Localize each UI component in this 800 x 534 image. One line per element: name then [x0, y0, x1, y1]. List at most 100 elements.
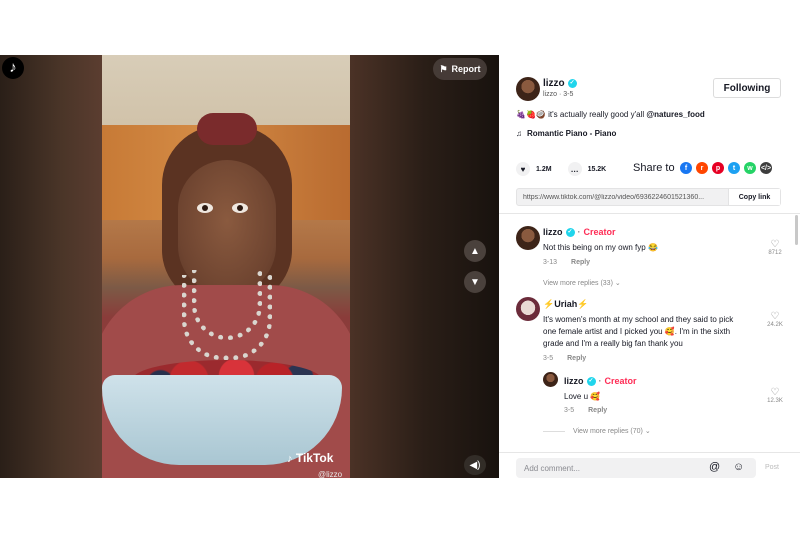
- creator-badge: Creator: [583, 227, 616, 237]
- whatsapp-icon[interactable]: w: [744, 162, 756, 174]
- reply-like[interactable]: ♡ 12.3K: [763, 387, 787, 404]
- caption-emojis: 🍇🍓🥥: [516, 110, 546, 119]
- right-eye: [232, 203, 248, 213]
- comment-like[interactable]: ♡ 8712: [763, 239, 787, 256]
- emoji-icon[interactable]: ☺: [733, 461, 744, 473]
- reply-date: 3-5: [564, 407, 575, 414]
- music-link[interactable]: ♫ Romantic Piano - Piano: [516, 129, 616, 138]
- divider: [499, 213, 800, 214]
- next-video-button[interactable]: ▼: [464, 271, 486, 293]
- comment-text-line: It's women's month at my school and they…: [543, 315, 734, 324]
- reply-text: Love u 🥰: [564, 392, 601, 401]
- post-button[interactable]: Post: [765, 464, 779, 471]
- comment-like-count: 24.2K: [767, 322, 783, 328]
- hair-bow: [197, 113, 257, 145]
- comment-count: 15.2K: [587, 165, 607, 173]
- report-label: Report: [451, 64, 481, 74]
- watermark-note-icon: ♪: [287, 453, 293, 465]
- previous-video-button[interactable]: ▲: [464, 240, 486, 262]
- verified-icon: ✓: [567, 79, 577, 88]
- reply-author-name: lizzo: [564, 376, 584, 386]
- share-to-label: Share to: [633, 162, 675, 174]
- reply-meta: 3-5 Reply: [564, 407, 607, 414]
- caption-mention-link[interactable]: @natures_food: [646, 110, 704, 119]
- reply-author[interactable]: lizzo ✓ · Creator: [564, 376, 637, 386]
- left-eye: [197, 203, 213, 213]
- author-subline: lizzo · 3-5: [543, 91, 574, 98]
- tiktok-watermark: ♪ TikTok: [287, 451, 333, 465]
- verified-icon: ✓: [586, 376, 596, 386]
- heart-icon[interactable]: ♥: [516, 162, 530, 176]
- reply-button[interactable]: Reply: [571, 259, 590, 266]
- facebook-icon[interactable]: f: [680, 162, 692, 174]
- reply-like-count: 12.3K: [767, 398, 783, 404]
- comment-like-count: 8712: [768, 250, 782, 256]
- chevron-down-icon: ⌄: [614, 280, 621, 287]
- twitter-icon[interactable]: t: [728, 162, 740, 174]
- video-blur-background-right: [350, 55, 499, 478]
- chevron-up-icon: ▲: [470, 245, 480, 257]
- music-note-icon: ♫: [516, 129, 522, 138]
- report-button[interactable]: ⚑ Report: [433, 58, 487, 80]
- watermark-handle: @lizzo: [318, 470, 343, 478]
- view-more-replies-label: View more replies (33): [543, 280, 613, 287]
- comment-avatar[interactable]: [516, 297, 540, 321]
- speaker-icon: ◀): [469, 459, 481, 471]
- comment-date: 3-13: [543, 259, 558, 266]
- volume-button[interactable]: ◀): [464, 455, 486, 475]
- view-more-replies-label: View more replies (70): [572, 428, 643, 435]
- following-button[interactable]: Following: [713, 78, 781, 98]
- reply-thread-line: [543, 430, 565, 432]
- post-caption: 🍇🍓🥥 it's actually really good y'all @nat…: [516, 110, 705, 119]
- share-icons: f r p t w </>: [680, 162, 772, 174]
- creator-badge: Creator: [604, 376, 637, 386]
- comment-date: 3-5: [543, 355, 554, 362]
- comment-author-name: lizzo: [543, 227, 563, 237]
- pinterest-icon[interactable]: p: [712, 162, 724, 174]
- reddit-icon[interactable]: r: [696, 162, 708, 174]
- comment-like[interactable]: ♡ 24.2K: [763, 311, 787, 328]
- heart-outline-icon: ♡: [770, 239, 780, 250]
- heart-outline-icon: ♡: [770, 387, 780, 398]
- mention-at-icon[interactable]: @: [709, 461, 720, 473]
- tiktok-logo-icon[interactable]: ♪: [2, 57, 24, 79]
- author-name-text: lizzo: [543, 78, 565, 89]
- music-title: Romantic Piano - Piano: [527, 129, 617, 138]
- reply-avatar[interactable]: [543, 372, 558, 387]
- reply-button[interactable]: Reply: [588, 407, 607, 414]
- link-box: https://www.tiktok.com/@lizzo/video/6936…: [516, 188, 781, 206]
- comment-meta: 3-13 Reply: [543, 259, 590, 266]
- chain-necklace-outer: [182, 275, 272, 360]
- embed-icon[interactable]: </>: [760, 162, 772, 174]
- view-more-replies[interactable]: View more replies (33) ⌄: [543, 279, 621, 287]
- comment-text: Not this being on my own fyp 😂: [543, 243, 658, 252]
- copy-link-button[interactable]: Copy link: [728, 189, 780, 205]
- comment-meta: 3-5 Reply: [543, 355, 586, 362]
- comments-scrollbar[interactable]: [795, 215, 798, 245]
- flag-icon: ⚑: [439, 63, 448, 74]
- comment-author[interactable]: ⚡Uriah⚡: [543, 299, 588, 310]
- add-comment-placeholder: Add comment...: [524, 463, 581, 473]
- view-more-replies[interactable]: View more replies (70) ⌄: [543, 427, 651, 435]
- heart-outline-icon: ♡: [770, 311, 780, 322]
- comment-author[interactable]: lizzo ✓ · Creator: [543, 227, 616, 237]
- video-link-url[interactable]: https://www.tiktok.com/@lizzo/video/6936…: [517, 194, 728, 201]
- comment-icon[interactable]: …: [567, 162, 582, 176]
- video-blur-background-left: [0, 55, 102, 478]
- comment-text: It's women's month at my school and they…: [543, 314, 733, 350]
- comment-avatar[interactable]: [516, 226, 540, 250]
- video-panel[interactable]: ♪ ⚑ Report ▲ ▼ ♪ TikTok @lizzo ◀): [0, 55, 499, 478]
- caption-text: it's actually really good y'all: [545, 110, 647, 119]
- comment-text-line: one female artist and I picked you 🥰. I'…: [543, 327, 731, 336]
- dot-separator: ·: [598, 376, 602, 386]
- chevron-down-icon: ⌄: [644, 428, 651, 435]
- watermark-text: TikTok: [295, 451, 334, 465]
- reply-button[interactable]: Reply: [567, 355, 586, 362]
- author-avatar[interactable]: [516, 77, 540, 101]
- chevron-down-icon: ▼: [470, 276, 480, 288]
- video-frame[interactable]: [102, 55, 350, 478]
- author-name[interactable]: lizzo ✓: [543, 78, 577, 89]
- dot-separator: ·: [577, 227, 581, 237]
- like-count: 1.2M: [536, 165, 552, 173]
- comment-author-name: ⚡Uriah⚡: [543, 299, 589, 309]
